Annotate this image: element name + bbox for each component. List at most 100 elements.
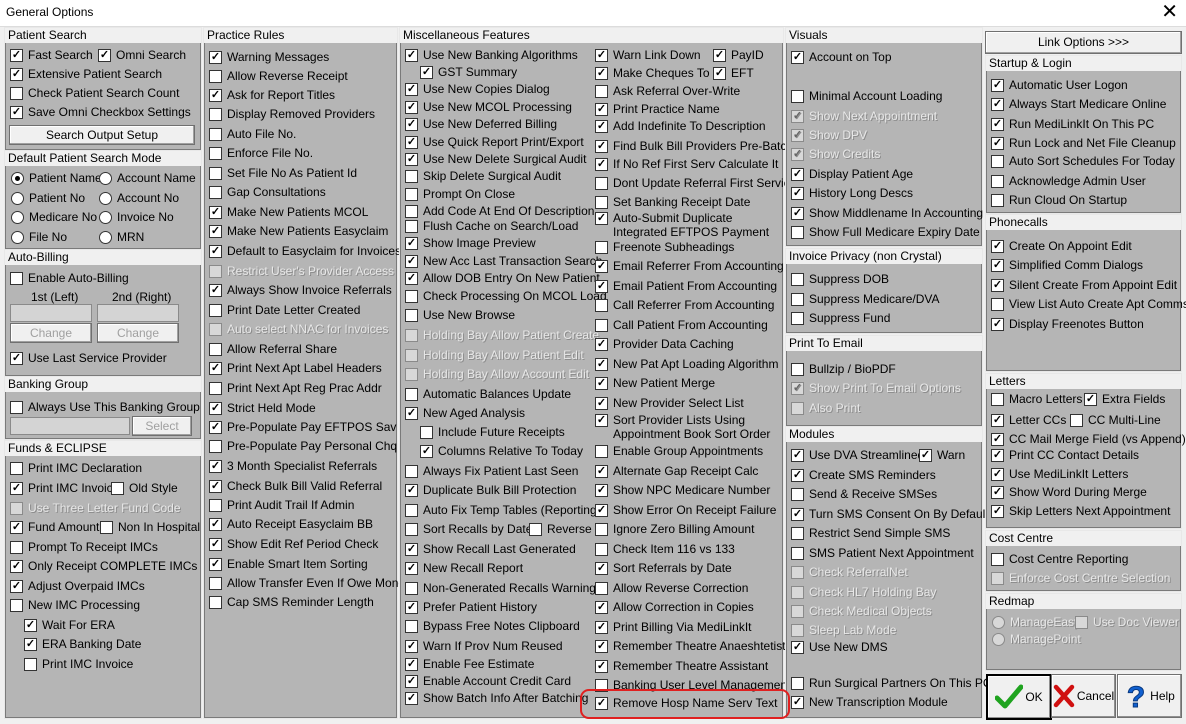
show-full-medicare-expiry-date-checkbox[interactable]: Show Full Medicare Expiry Date: [791, 224, 980, 240]
cost-centre-reporting-checkbox[interactable]: Cost Centre Reporting: [991, 551, 1128, 567]
patient-no-radio[interactable]: Patient No: [11, 190, 85, 206]
checkbox-icon[interactable]: [791, 272, 804, 286]
checkbox-icon[interactable]: [420, 425, 433, 439]
checkbox-icon[interactable]: ✓: [595, 464, 608, 478]
checkbox-icon[interactable]: ✓: [595, 503, 608, 517]
macro-letters-checkbox[interactable]: Macro Letters: [991, 391, 1082, 407]
checkbox-icon[interactable]: ✓: [10, 105, 23, 119]
enable-auto-billing-checkbox[interactable]: Enable Auto-Billing: [10, 270, 129, 286]
pre-populate-pay-eftpos-sav-checkbox[interactable]: ✓ Pre-Populate Pay EFTPOS Sav: [209, 419, 396, 435]
checkbox-icon[interactable]: [111, 481, 124, 495]
bullzip-biopdf-checkbox[interactable]: Bullzip / BioPDF: [791, 361, 896, 377]
checkbox-icon[interactable]: [529, 522, 542, 536]
show-middlename-in-accounting-checkbox[interactable]: ✓ Show Middlename In Accounting: [791, 205, 983, 221]
silent-create-from-appoint-edit-checkbox[interactable]: ✓ Silent Create From Appoint Edit: [991, 277, 1177, 293]
era-banking-date-checkbox[interactable]: ✓ ERA Banking Date: [24, 636, 141, 652]
checkbox-icon[interactable]: ✓: [791, 448, 804, 462]
skip-delete-surgical-audit-checkbox[interactable]: Skip Delete Surgical Audit: [405, 168, 561, 184]
checkbox-icon[interactable]: ✓: [991, 467, 1004, 481]
checkbox-icon[interactable]: ✓: [209, 479, 222, 493]
patient-name-radio[interactable]: Patient Name: [11, 170, 102, 186]
allow-correction-in-copies-checkbox[interactable]: ✓ Allow Correction in Copies: [595, 599, 754, 615]
checkbox-icon[interactable]: ✓: [791, 206, 804, 220]
use-quick-report-print-export-checkbox[interactable]: ✓ Use Quick Report Print/Export: [405, 134, 584, 150]
show-edit-ref-period-check-checkbox[interactable]: ✓ Show Edit Ref Period Check: [209, 536, 378, 552]
checkbox-icon[interactable]: [595, 542, 608, 556]
checkbox-icon[interactable]: [24, 657, 37, 671]
close-icon[interactable]: ✕: [1161, 1, 1178, 23]
gst-summary-checkbox[interactable]: ✓ GST Summary: [420, 64, 517, 80]
use-dva-streamlined-checkbox[interactable]: ✓ Use DVA Streamlined: [791, 447, 924, 463]
show-npc-medicare-number-checkbox[interactable]: ✓ Show NPC Medicare Number: [595, 482, 770, 498]
check-processing-on-mcol-load-checkbox[interactable]: Check Processing On MCOL Load: [405, 288, 607, 304]
automatic-user-logon-checkbox[interactable]: ✓ Automatic User Logon: [991, 77, 1128, 93]
use-new-browse-checkbox[interactable]: Use New Browse: [405, 307, 515, 323]
view-list-auto-create-apt-comms-checkbox[interactable]: View List Auto Create Apt Comms: [991, 296, 1186, 312]
checkbox-icon[interactable]: [791, 89, 804, 103]
auto-receipt-easyclaim-bb-checkbox[interactable]: ✓ Auto Receipt Easyclaim BB: [209, 516, 373, 532]
checkbox-icon[interactable]: ✓: [209, 88, 222, 102]
prompt-on-close-checkbox[interactable]: Prompt On Close: [405, 186, 515, 202]
checkbox-icon[interactable]: [791, 225, 804, 239]
checkbox-icon[interactable]: [991, 552, 1004, 566]
create-sms-reminders-checkbox[interactable]: ✓ Create SMS Reminders: [791, 467, 936, 483]
radio-icon[interactable]: [11, 171, 24, 185]
checkbox-icon[interactable]: ✓: [209, 420, 222, 434]
email-patient-from-accounting-checkbox[interactable]: ✓ Email Patient From Accounting: [595, 278, 777, 294]
new-provider-select-list-checkbox[interactable]: ✓ New Provider Select List: [595, 395, 744, 411]
account-no-radio[interactable]: Account No: [99, 190, 179, 206]
use-last-service-provider-checkbox[interactable]: ✓ Use Last Service Provider: [10, 350, 167, 366]
extra-fields-checkbox[interactable]: ✓ Extra Fields: [1084, 391, 1165, 407]
remember-theatre-anaeshtetist-checkbox[interactable]: ✓ Remember Theatre Anaeshtetist: [595, 638, 786, 654]
dont-update-referral-first-service-checkbox[interactable]: Dont Update Referral First Service: [595, 175, 796, 191]
checkbox-icon[interactable]: ✓: [595, 157, 608, 171]
history-long-descs-checkbox[interactable]: ✓ History Long Descs: [791, 185, 913, 201]
show-batch-info-after-batching-checkbox[interactable]: ✓ Show Batch Info After Batching: [405, 690, 588, 706]
new-patient-merge-checkbox[interactable]: ✓ New Patient Merge: [595, 375, 715, 391]
checkbox-icon[interactable]: [10, 86, 23, 100]
include-future-receipts-checkbox[interactable]: Include Future Receipts: [420, 424, 565, 440]
checkbox-icon[interactable]: ✓: [991, 504, 1004, 518]
file-no-radio[interactable]: File No: [11, 229, 67, 245]
new-acc-last-transaction-search-checkbox[interactable]: ✓ New Acc Last Transaction Search: [405, 253, 602, 269]
checkbox-icon[interactable]: ✓: [420, 444, 433, 458]
checkbox-icon[interactable]: ✓: [991, 448, 1004, 462]
checkbox-icon[interactable]: ✓: [595, 376, 608, 390]
checkbox-icon[interactable]: ✓: [991, 278, 1004, 292]
checkbox-icon[interactable]: ✓: [595, 259, 608, 273]
search-output-setup-button[interactable]: Search Output Setup: [9, 125, 195, 145]
non-in-hospital-checkbox[interactable]: Non In Hospital: [100, 519, 200, 535]
prefer-patient-history-checkbox[interactable]: ✓ Prefer Patient History: [405, 599, 537, 615]
checkbox-icon[interactable]: [595, 84, 608, 98]
sms-patient-next-appointment-checkbox[interactable]: SMS Patient Next Appointment: [791, 545, 974, 561]
checkbox-icon[interactable]: [991, 154, 1004, 168]
checkbox-icon[interactable]: ✓: [595, 337, 608, 351]
wait-for-era-checkbox[interactable]: ✓ Wait For ERA: [24, 617, 115, 633]
payid-checkbox[interactable]: ✓ PayID: [713, 47, 764, 63]
non-generated-recalls-warning-checkbox[interactable]: Non-Generated Recalls Warning: [405, 580, 596, 596]
checkbox-icon[interactable]: ✓: [405, 674, 418, 688]
checkbox-icon[interactable]: ✓: [991, 136, 1004, 150]
checkbox-icon[interactable]: ✓: [919, 448, 932, 462]
checkbox-icon[interactable]: [405, 503, 418, 517]
use-medilinkit-letters-checkbox[interactable]: ✓ Use MediLinkIt Letters: [991, 466, 1128, 482]
checkbox-icon[interactable]: [405, 219, 418, 233]
reverse-checkbox[interactable]: Reverse: [529, 521, 592, 537]
checkbox-icon[interactable]: ✓: [595, 48, 608, 62]
checkbox-icon[interactable]: ✓: [209, 283, 222, 297]
checkbox-icon[interactable]: ✓: [24, 618, 37, 632]
prompt-to-receipt-imcs-checkbox[interactable]: Prompt To Receipt IMCs: [10, 539, 158, 555]
bypass-free-notes-clipboard-checkbox[interactable]: Bypass Free Notes Clipboard: [405, 618, 580, 634]
checkbox-icon[interactable]: ✓: [405, 657, 418, 671]
ignore-zero-billing-amount-checkbox[interactable]: Ignore Zero Billing Amount: [595, 521, 754, 537]
checkbox-icon[interactable]: ✓: [791, 507, 804, 521]
eft-checkbox[interactable]: ✓ EFT: [713, 65, 754, 81]
print-cc-contact-details-checkbox[interactable]: ✓ Print CC Contact Details: [991, 447, 1139, 463]
checkbox-icon[interactable]: [595, 195, 608, 209]
checkbox-icon[interactable]: ✓: [405, 152, 418, 166]
make-new-patients-mcol-checkbox[interactable]: ✓ Make New Patients MCOL: [209, 204, 368, 220]
checkbox-icon[interactable]: ✓: [405, 639, 418, 653]
checkbox-icon[interactable]: [991, 193, 1004, 207]
sort-recalls-by-date-checkbox[interactable]: Sort Recalls by Date: [405, 521, 532, 537]
print-next-apt-label-headers-checkbox[interactable]: ✓ Print Next Apt Label Headers: [209, 360, 382, 376]
